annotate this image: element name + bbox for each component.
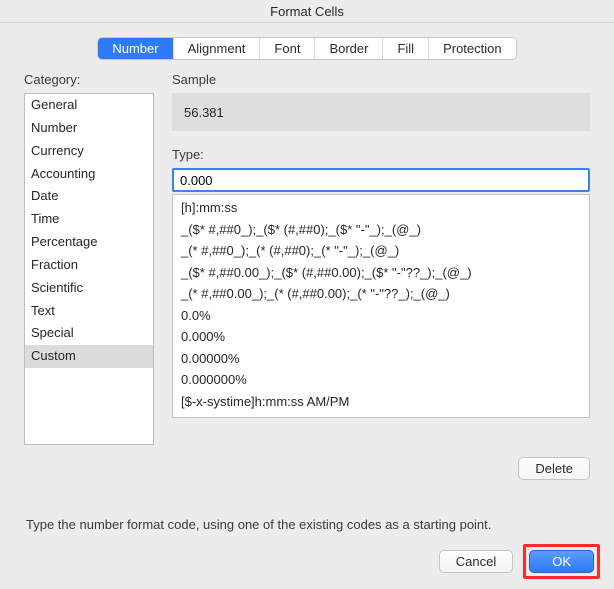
category-item-time[interactable]: Time	[25, 208, 153, 231]
type-format-item[interactable]: _(* #,##0_);_(* (#,##0);_(* "-"_);_(@_)	[173, 240, 589, 262]
tab-border[interactable]: Border	[314, 38, 382, 59]
format-cells-dialog: Format Cells NumberAlignmentFontBorderFi…	[0, 0, 614, 589]
category-item-accounting[interactable]: Accounting	[25, 163, 153, 186]
category-item-fraction[interactable]: Fraction	[25, 254, 153, 277]
type-format-item[interactable]: [$-en-US]dddd, mmmm d, yyyy	[173, 412, 589, 418]
category-item-percentage[interactable]: Percentage	[25, 231, 153, 254]
category-item-general[interactable]: General	[25, 94, 153, 117]
type-label: Type:	[172, 147, 590, 162]
type-format-item[interactable]: 0.000%	[173, 326, 589, 348]
delete-button[interactable]: Delete	[518, 457, 590, 480]
category-item-custom[interactable]: Custom	[25, 345, 153, 368]
category-label: Category:	[24, 72, 154, 87]
sample-value-box: 56.381	[172, 93, 590, 131]
sample-value: 56.381	[184, 105, 224, 120]
category-item-scientific[interactable]: Scientific	[25, 277, 153, 300]
type-format-item[interactable]: [h]:mm:ss	[173, 197, 589, 219]
category-item-number[interactable]: Number	[25, 117, 153, 140]
ok-highlight-annotation: OK	[523, 544, 600, 579]
category-item-text[interactable]: Text	[25, 300, 153, 323]
category-item-special[interactable]: Special	[25, 322, 153, 345]
cancel-button[interactable]: Cancel	[439, 550, 513, 573]
tab-alignment[interactable]: Alignment	[173, 38, 260, 59]
tab-font[interactable]: Font	[259, 38, 314, 59]
type-format-item[interactable]: _($* #,##0.00_);_($* (#,##0.00);_($* "-"…	[173, 262, 589, 284]
tab-protection[interactable]: Protection	[428, 38, 516, 59]
type-format-item[interactable]: _(* #,##0.00_);_(* (#,##0.00);_(* "-"??_…	[173, 283, 589, 305]
type-format-item[interactable]: 0.00000%	[173, 348, 589, 370]
type-format-item[interactable]: 0.0%	[173, 305, 589, 327]
tab-bar: NumberAlignmentFontBorderFillProtection	[0, 37, 614, 60]
type-format-item[interactable]: [$-x-systime]h:mm:ss AM/PM	[173, 391, 589, 413]
type-format-item[interactable]: 0.000000%	[173, 369, 589, 391]
category-item-currency[interactable]: Currency	[25, 140, 153, 163]
category-list[interactable]: GeneralNumberCurrencyAccountingDateTimeP…	[24, 93, 154, 445]
type-format-list[interactable]: [h]:mm:ss_($* #,##0_);_($* (#,##0);_($* …	[172, 194, 590, 418]
tab-fill[interactable]: Fill	[382, 38, 428, 59]
ok-button[interactable]: OK	[529, 550, 594, 573]
category-item-date[interactable]: Date	[25, 185, 153, 208]
window-title: Format Cells	[0, 0, 614, 23]
type-format-item[interactable]: _($* #,##0_);_($* (#,##0);_($* "-"_);_(@…	[173, 219, 589, 241]
sample-label: Sample	[172, 72, 590, 87]
type-input[interactable]	[172, 168, 590, 192]
tab-number[interactable]: Number	[98, 38, 172, 59]
help-text: Type the number format code, using one o…	[0, 517, 614, 532]
